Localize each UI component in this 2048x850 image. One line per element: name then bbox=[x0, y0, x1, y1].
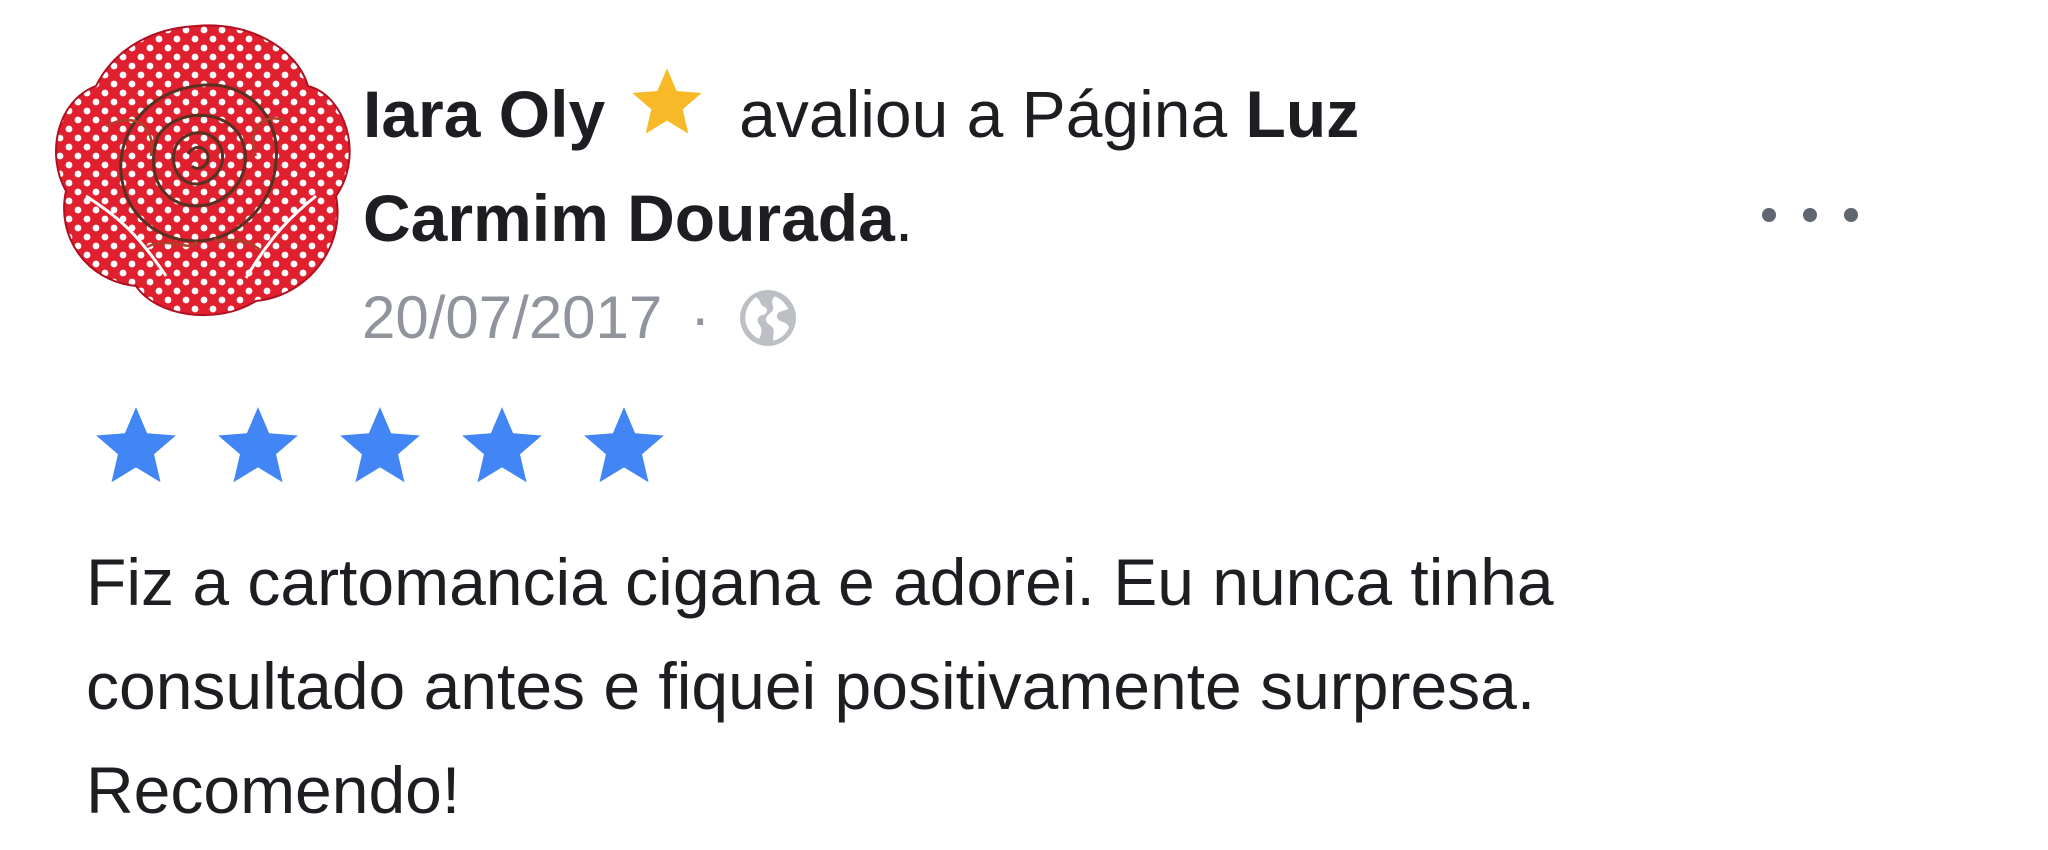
rating-star-icon bbox=[88, 401, 184, 493]
rating-stars bbox=[88, 401, 698, 493]
author-name[interactable]: Iara Oly bbox=[363, 77, 605, 151]
meta-separator: · bbox=[690, 284, 711, 351]
rating-star-icon bbox=[332, 401, 428, 493]
rating-star-icon bbox=[210, 401, 306, 493]
post-date[interactable]: 20/07/2017 bbox=[362, 282, 662, 354]
post-header: Iara Oly avaliou a Página Luz Carmim Dour… bbox=[363, 62, 1613, 270]
page-name-link-continued[interactable]: Carmim Dourada bbox=[363, 181, 895, 255]
review-line: Fiz a cartomancia cigana e adorei. Eu nu… bbox=[86, 545, 1554, 619]
more-options-dot bbox=[1762, 208, 1776, 222]
header-period: . bbox=[894, 181, 914, 255]
review-text: Fiz a cartomancia cigana e adorei. Eu nu… bbox=[86, 530, 1986, 842]
review-line: consultado antes e fiquei positivamente … bbox=[86, 649, 1536, 723]
gold-star-icon bbox=[623, 63, 711, 143]
more-options-dot bbox=[1803, 208, 1817, 222]
post-meta: 20/07/2017 · bbox=[362, 282, 800, 354]
page-name-link[interactable]: Luz bbox=[1246, 77, 1360, 151]
review-line: Recomendo! bbox=[86, 753, 461, 827]
profile-avatar[interactable] bbox=[46, 16, 356, 321]
globe-icon[interactable] bbox=[736, 286, 800, 350]
more-options-button[interactable] bbox=[1762, 195, 1858, 235]
rating-star-icon bbox=[576, 401, 672, 493]
review-card: Iara Oly avaliou a Página Luz Carmim Dour… bbox=[0, 0, 2048, 850]
more-options-dot bbox=[1844, 208, 1858, 222]
rating-star-icon bbox=[454, 401, 550, 493]
action-text: avaliou a Página bbox=[739, 77, 1228, 151]
rose-avatar-icon bbox=[55, 24, 351, 317]
